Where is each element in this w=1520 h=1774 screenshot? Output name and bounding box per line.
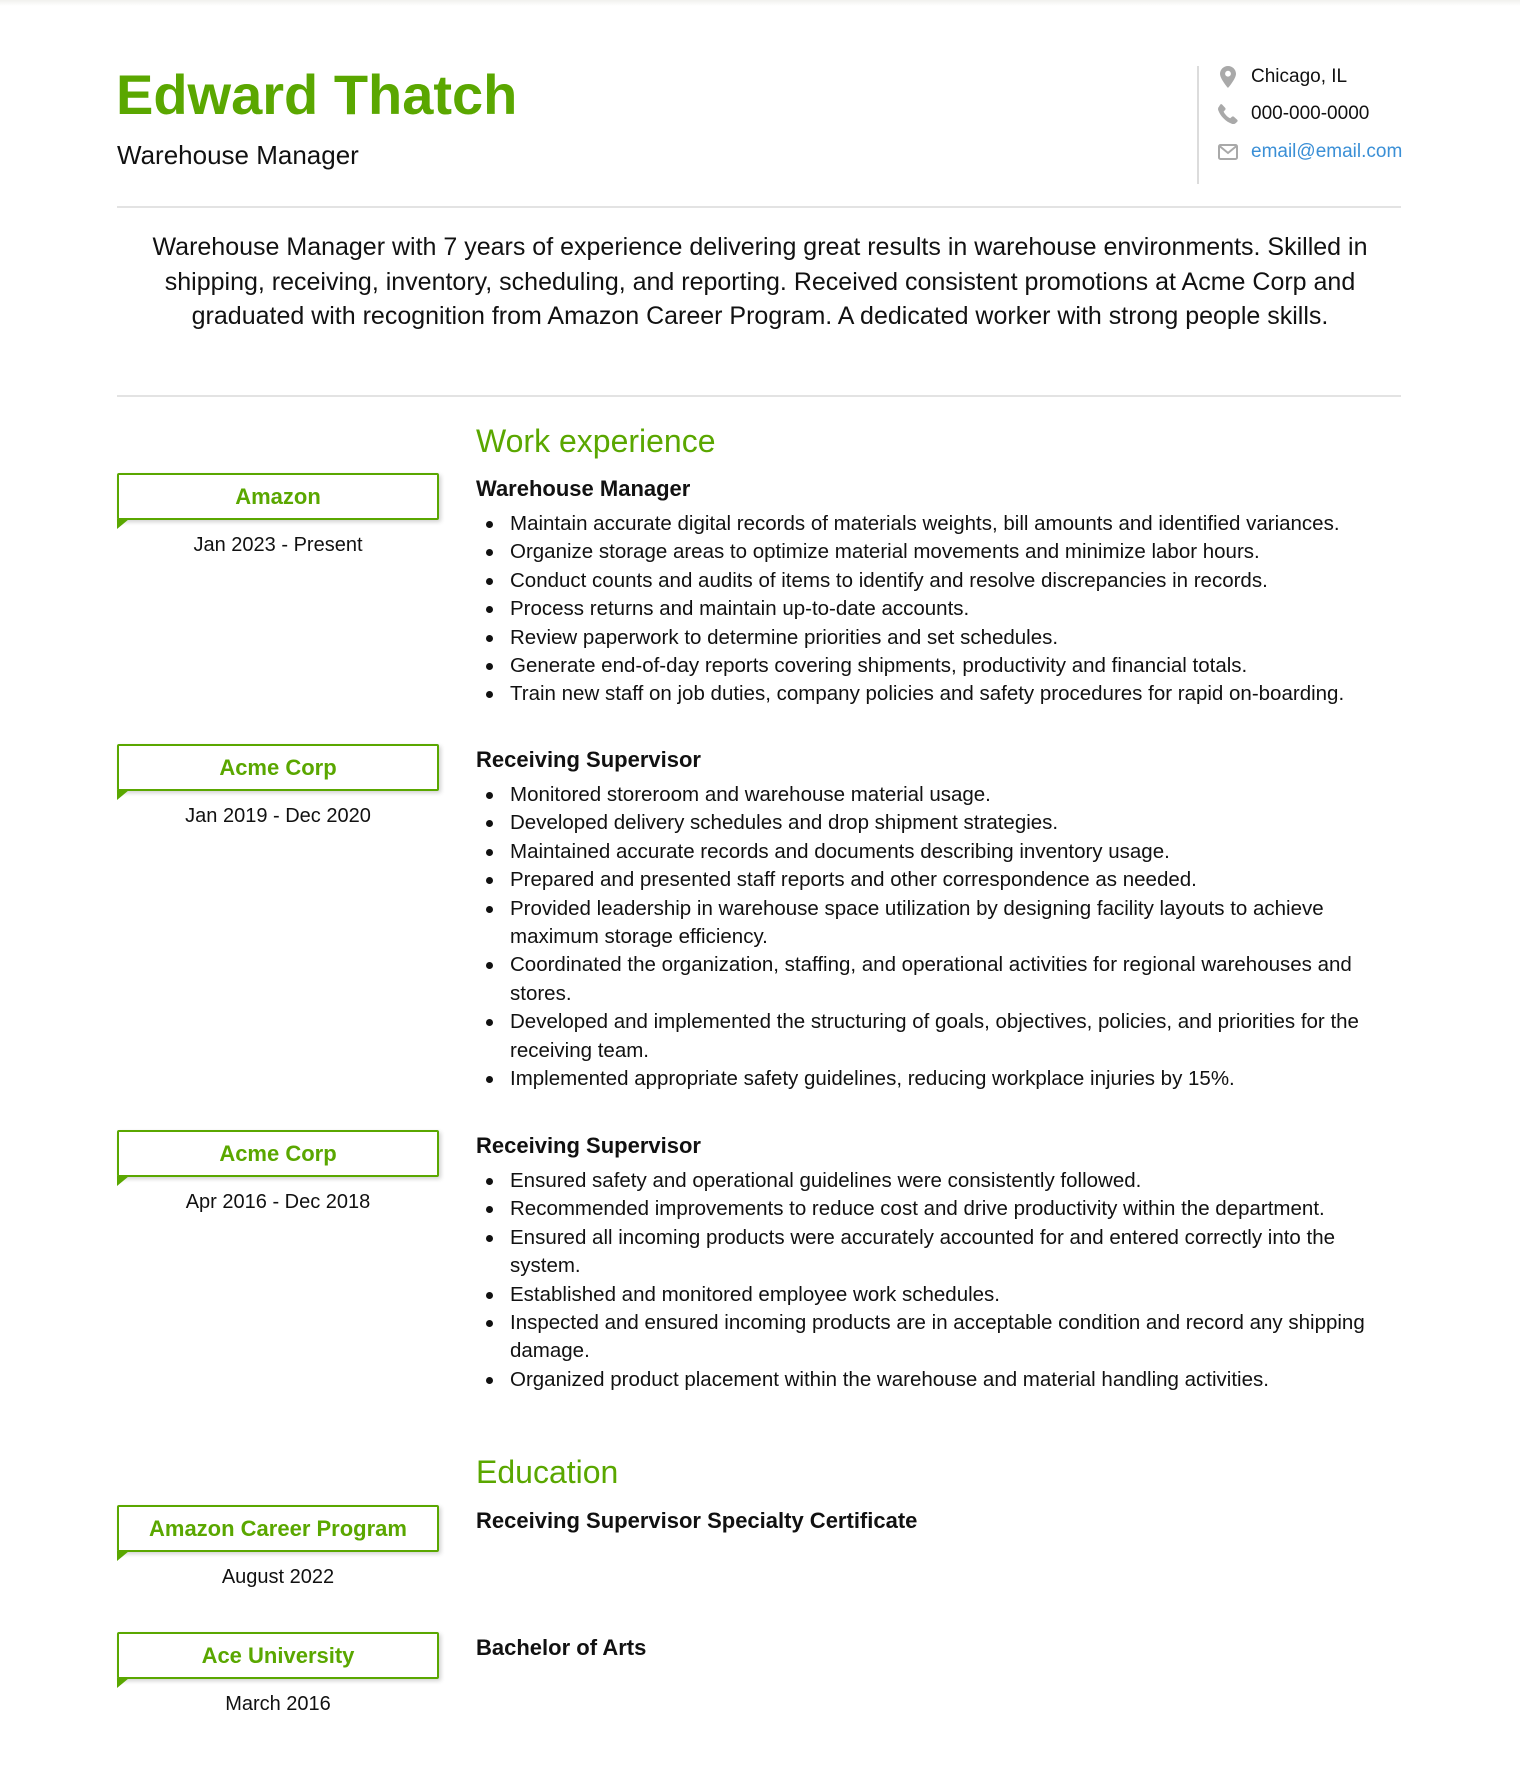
- box-tab: [117, 519, 129, 529]
- school-box: Amazon Career Program: [117, 1505, 439, 1561]
- bullet-item: Ensured all incoming products were accur…: [476, 1224, 1406, 1281]
- contact-block: Chicago, IL 000-000-0000 email@email.com: [1197, 66, 1419, 184]
- bullet-item: Established and monitored employee work …: [476, 1281, 1406, 1309]
- phone-icon: [1217, 103, 1239, 125]
- bullet-dot: [486, 577, 493, 585]
- bullet-item: Coordinated the organization, staffing, …: [476, 951, 1406, 1008]
- summary-text: Warehouse Manager with 7 years of experi…: [152, 233, 1368, 330]
- work-entry-1: Warehouse Manager Maintain accurate digi…: [476, 474, 1406, 709]
- summary-divider: [117, 395, 1401, 397]
- company-name: Acme Corp: [219, 754, 337, 780]
- education-heading: Education: [476, 1454, 619, 1490]
- bullet-dot: [486, 1178, 493, 1185]
- bullet-dot: [486, 606, 493, 614]
- bullet-item: Recommended improvements to reduce cost …: [476, 1195, 1406, 1223]
- bullet-dot: [486, 792, 493, 799]
- work-experience-heading: Work experience: [476, 423, 716, 459]
- box-tab: [117, 1678, 129, 1688]
- job-title: Receiving Supervisor: [476, 747, 701, 772]
- education-entry-2: Bachelor of Arts: [476, 1633, 1406, 1663]
- bullet-dot: [486, 1076, 493, 1084]
- job-title: Receiving Supervisor: [476, 1133, 701, 1158]
- bullet-item: Organize storage areas to optimize mater…: [476, 538, 1406, 566]
- candidate-name: Edward Thatch: [116, 63, 518, 126]
- employment-dates: Apr 2016 - Dec 2018: [185, 1191, 371, 1213]
- employment-dates: Jan 2019 - Dec 2020: [185, 805, 371, 827]
- bullet-item: Prepared and presented staff reports and…: [476, 866, 1406, 894]
- bullet-item: Review paperwork to determine priorities…: [476, 624, 1406, 652]
- bullet-item: Inspected and ensured incoming products …: [476, 1309, 1406, 1366]
- bullet-dot: [486, 1206, 493, 1214]
- header-divider: [117, 206, 1401, 208]
- work-entry-2: Receiving Supervisor Monitored storeroom…: [476, 745, 1406, 1093]
- contact-phone: 000-000-0000: [1217, 99, 1369, 129]
- bullet-dot: [486, 521, 493, 528]
- bullet-dot: [486, 691, 493, 699]
- degree-title: Receiving Supervisor Specialty Certifica…: [476, 1508, 918, 1533]
- bullet-dot: [486, 877, 493, 885]
- company-box: Amazon: [117, 473, 439, 529]
- bullet-item: Generate end-of-day reports covering shi…: [476, 652, 1406, 680]
- school-box: Ace University: [117, 1632, 439, 1688]
- contact-email[interactable]: email@email.com: [1217, 137, 1402, 167]
- bullet-dot: [486, 1376, 493, 1384]
- bullet-dot: [486, 549, 493, 557]
- envelope-icon: [1217, 141, 1239, 163]
- company-name: Amazon: [235, 483, 321, 509]
- candidate-title: Warehouse Manager: [117, 140, 359, 170]
- bullet-item: Organized product placement within the w…: [476, 1366, 1406, 1394]
- company-name: Acme Corp: [219, 1140, 337, 1166]
- phone-text: 000-000-0000: [1251, 103, 1370, 124]
- bullet-item: Monitored storeroom and warehouse materi…: [476, 781, 1406, 809]
- top-edge-shade: [0, 0, 1520, 6]
- bullet-item: Maintain accurate digital records of mat…: [476, 510, 1406, 538]
- bullet-item: Conduct counts and audits of items to id…: [476, 567, 1406, 595]
- bullet-item: Ensured safety and operational guideline…: [476, 1167, 1406, 1195]
- box-tab: [117, 1551, 129, 1561]
- school-name: Amazon Career Program: [149, 1515, 407, 1541]
- degree-title: Bachelor of Arts: [476, 1635, 647, 1660]
- job-bullets: Monitored storeroom and warehouse materi…: [476, 781, 1406, 1093]
- work-entry-2-meta: Acme Corp Jan 2019 - Dec 2020: [117, 744, 439, 828]
- map-pin-icon: [1217, 66, 1239, 88]
- bullet-dot: [486, 1291, 493, 1299]
- bullet-dot: [486, 1234, 493, 1242]
- bullet-dot: [486, 1320, 493, 1328]
- bullet-item: Provided leadership in warehouse space u…: [476, 895, 1406, 952]
- work-entry-3: Receiving Supervisor Ensured safety and …: [476, 1131, 1406, 1394]
- education-entry-1-meta: Amazon Career Program August 2022: [117, 1505, 439, 1589]
- company-box: Acme Corp: [117, 744, 439, 800]
- bullet-item: Train new staff on job duties, company p…: [476, 680, 1406, 708]
- bullet-dot: [486, 1019, 493, 1027]
- bullet-item: Maintained accurate records and document…: [476, 838, 1406, 866]
- bullet-dot: [486, 820, 493, 828]
- job-title: Warehouse Manager: [476, 476, 691, 501]
- box-tab: [117, 1176, 129, 1186]
- education-entry-2-meta: Ace University March 2016: [117, 1632, 439, 1716]
- bullet-item: Implemented appropriate safety guideline…: [476, 1065, 1406, 1093]
- graduation-date: August 2022: [221, 1566, 335, 1588]
- employment-dates: Jan 2023 - Present: [193, 534, 363, 556]
- work-entry-1-meta: Amazon Jan 2023 - Present: [117, 473, 439, 557]
- contact-location: Chicago, IL: [1217, 62, 1347, 92]
- box-tab: [117, 790, 129, 800]
- bullet-dot: [486, 962, 493, 970]
- school-name: Ace University: [201, 1642, 355, 1668]
- bullet-item: Developed and implemented the structurin…: [476, 1008, 1406, 1065]
- bullet-dot: [486, 905, 493, 913]
- bullet-dot: [486, 663, 493, 671]
- bullet-item: Process returns and maintain up-to-date …: [476, 595, 1406, 623]
- bullet-dot: [486, 634, 493, 642]
- job-bullets: Maintain accurate digital records of mat…: [476, 510, 1406, 709]
- education-entry-1: Receiving Supervisor Specialty Certifica…: [476, 1506, 1406, 1536]
- work-entry-3-meta: Acme Corp Apr 2016 - Dec 2018: [117, 1130, 439, 1214]
- job-bullets: Ensured safety and operational guideline…: [476, 1167, 1406, 1394]
- graduation-date: March 2016: [225, 1693, 331, 1715]
- bullet-dot: [486, 848, 493, 856]
- location-text: Chicago, IL: [1251, 66, 1348, 87]
- company-box: Acme Corp: [117, 1130, 439, 1186]
- bullet-item: Developed delivery schedules and drop sh…: [476, 809, 1406, 837]
- email-link[interactable]: email@email.com: [1251, 141, 1402, 163]
